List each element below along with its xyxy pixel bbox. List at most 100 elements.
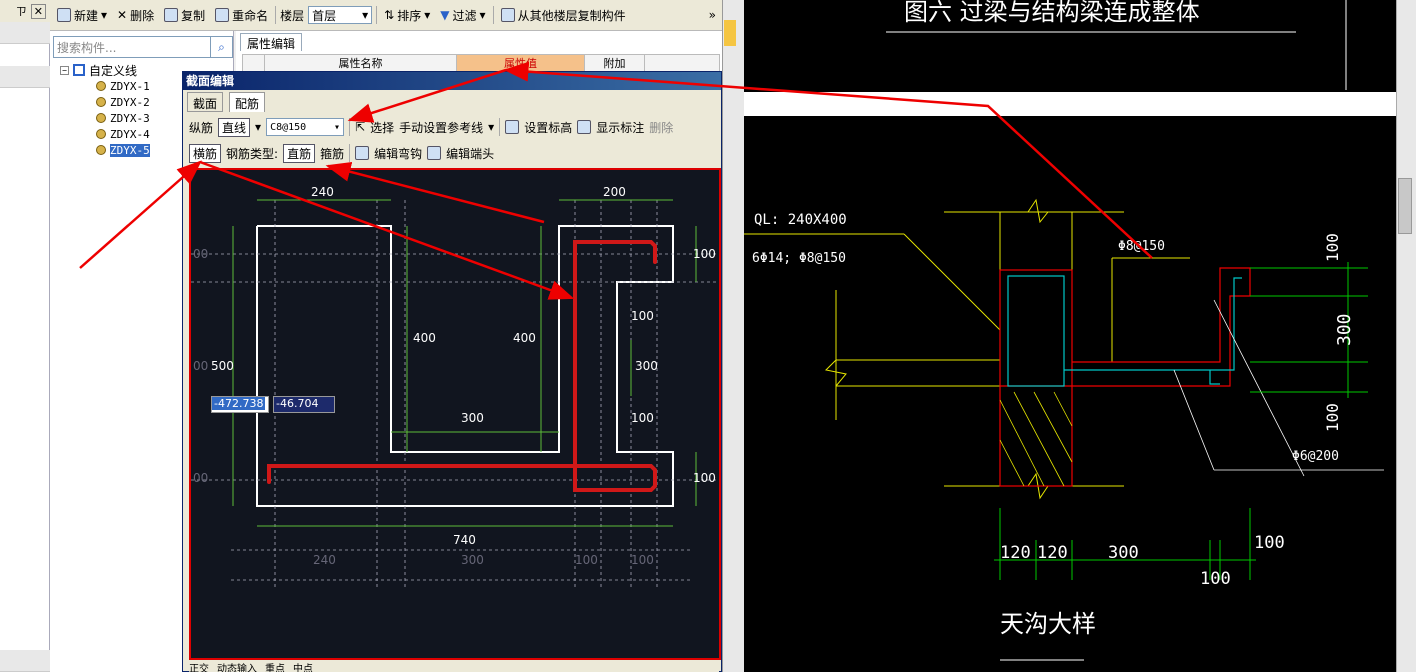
set-elevation-button[interactable]: 设置标高 <box>524 119 572 136</box>
manual-ref-button[interactable]: 手动设置参考线 <box>399 119 483 136</box>
search-icon[interactable]: ⌕ <box>210 37 232 57</box>
leader-line <box>1173 369 1215 471</box>
column-outline <box>999 269 1073 487</box>
section-drawing[interactable]: 240 200 100 400 400 500 300 100 300 100 … <box>191 170 719 658</box>
hatch-line <box>999 439 1025 487</box>
sort-button[interactable]: ⇅ 排序 ▾ <box>381 5 433 26</box>
app-window: ㄗ ✕ 新建 ▾ ✕ 删除 复制 重命名 楼层 首层 ▾ ⇅ 排序 ▾ ▼ 过滤 ▾ 从其他楼… <box>0 0 1416 672</box>
cad-reference-image: 图六 过梁与结构梁连成整体 QL: 240X400 6Φ14; Φ8@150 Φ… <box>744 0 1396 672</box>
tree-root-label: 自定义线 <box>89 63 138 78</box>
floor-select[interactable]: 首层 ▾ <box>308 6 373 24</box>
chevron-down-icon[interactable]: ▾ <box>255 120 261 134</box>
delete-button[interactable]: 删除 <box>649 119 673 136</box>
cad-dim-v100a: 100 <box>1323 233 1342 262</box>
straight-rebar-button[interactable]: 直筋 <box>283 143 316 163</box>
ortho-toggle[interactable]: 正交 <box>189 660 209 672</box>
pin-icon[interactable]: ㄗ <box>16 3 27 19</box>
cad-white-band <box>744 92 1396 116</box>
section-canvas[interactable]: 240 200 100 400 400 500 300 100 300 100 … <box>189 168 721 660</box>
copy-floor-icon <box>500 8 515 22</box>
dim-400-left: 400 <box>413 331 436 345</box>
chevron-down-icon: ▾ <box>334 121 341 133</box>
hatch-line <box>1033 391 1073 463</box>
transverse-button[interactable]: 横筋 <box>189 143 222 163</box>
gear-icon <box>96 129 106 139</box>
delete-button[interactable]: ✕ 删除 <box>114 5 157 26</box>
dialog-statusbar: 正交 动态输入 重点 中点 <box>189 660 719 672</box>
new-icon <box>57 8 71 22</box>
show-label-button[interactable]: 显示标注 <box>596 119 644 136</box>
dialog-title[interactable]: 截面编辑 <box>183 72 721 90</box>
midpoint-toggle[interactable]: 中点 <box>293 660 313 672</box>
dim-100-low: 100 <box>631 411 654 425</box>
cad-label-rebar: 6Φ14; Φ8@150 <box>752 251 846 266</box>
delete-icon: ✕ <box>117 8 128 22</box>
section-edit-dialog: 截面编辑 截面 配筋 纵筋 直线 ▾ C8@150 ▾ ⇱ 选择 手动设置参考线 … <box>182 71 722 672</box>
straight-button[interactable]: 直线 <box>218 117 251 137</box>
cad-title: 图六 过梁与结构梁连成整体 <box>904 0 1200 26</box>
toolbar-separator <box>349 118 351 136</box>
new-button[interactable]: 新建 ▾ <box>54 5 110 26</box>
grid-col-name[interactable]: 属性名称 <box>265 55 457 71</box>
toolbar-overflow-button[interactable]: » <box>709 8 722 22</box>
grid-col-extra[interactable]: 附加 <box>585 55 645 71</box>
snap-point-toggle[interactable]: 重点 <box>265 660 285 672</box>
stirrup-outline <box>1007 275 1065 387</box>
scrollbar-thumb[interactable] <box>1398 178 1412 234</box>
cad-dim-b100a: 100 <box>1254 533 1285 553</box>
close-icon[interactable]: ✕ <box>30 3 46 19</box>
chevron-down-icon[interactable]: ▾ <box>488 120 494 134</box>
tab-section[interactable]: 截面 <box>187 92 224 112</box>
select-button[interactable]: 选择 <box>370 119 394 136</box>
tree-item-label: ZDYX-1 <box>110 79 150 93</box>
toolbar-separator <box>499 118 501 136</box>
rebar-value: C8@150 <box>270 121 307 133</box>
rename-label: 重命名 <box>232 8 269 23</box>
line-type-icon <box>73 64 85 76</box>
collapse-tab[interactable] <box>724 20 736 46</box>
cad-dim-b120a: 120 <box>1000 543 1031 563</box>
tree-item-label: ZDYX-4 <box>110 127 150 141</box>
stirrup-button[interactable]: 箍筋 <box>320 145 344 162</box>
filter-button[interactable]: ▼ 过滤 ▾ <box>437 5 488 26</box>
dim-500: 500 <box>211 359 234 373</box>
left-nav-strip-3[interactable] <box>0 650 50 672</box>
edit-hook-button[interactable]: 编辑弯钩 <box>374 145 422 162</box>
copy-from-floor-button[interactable]: 从其他楼层复制构件 <box>498 5 629 26</box>
splitter[interactable] <box>722 0 744 672</box>
dim-100-bottom: 100 <box>693 471 716 485</box>
floor-label: 楼层 <box>280 8 305 23</box>
hatch-line <box>1013 391 1065 487</box>
ghost-dim-00b: 00 <box>193 359 208 373</box>
coord-y-input[interactable]: -46.704 <box>273 396 335 413</box>
copy-button[interactable]: 复制 <box>161 5 208 26</box>
edit-end-button[interactable]: 编辑端头 <box>446 145 494 162</box>
search-input[interactable]: 搜索构件... ⌕ <box>53 36 233 58</box>
collapse-icon[interactable]: − <box>60 65 69 75</box>
tab-reinforcement[interactable]: 配筋 <box>229 92 266 112</box>
rename-button[interactable]: 重命名 <box>212 5 271 26</box>
coord-x-input[interactable]: -472.738 <box>211 396 269 413</box>
dynamic-input-toggle[interactable]: 动态输入 <box>217 660 257 672</box>
coord-x-value: -472.738 <box>212 397 266 410</box>
elevation-icon <box>505 120 520 134</box>
left-nav-strip-2[interactable] <box>0 66 50 88</box>
tree-item-label: ZDYX-2 <box>110 95 150 109</box>
gear-icon <box>96 81 106 91</box>
vertical-scrollbar[interactable] <box>1396 0 1416 672</box>
copy-label: 复制 <box>181 8 206 23</box>
sort-icon: ⇅ <box>384 8 395 22</box>
left-nav-strip-1[interactable] <box>0 22 50 44</box>
dim-100-mid: 100 <box>631 309 654 323</box>
ghost-dim-100b: 100 <box>631 553 654 567</box>
tab-property-edit[interactable]: 属性编辑 <box>240 33 303 51</box>
cad-drawing: 图六 过梁与结构梁连成整体 QL: 240X400 6Φ14; Φ8@150 Φ… <box>744 0 1396 661</box>
cad-label-phi8: Φ8@150 <box>1118 239 1165 254</box>
toolbar-separator <box>349 144 351 162</box>
grid-col-value[interactable]: 属性值 <box>457 55 585 71</box>
cad-dim-v100b: 100 <box>1323 403 1342 432</box>
toolbar-separator <box>275 6 277 24</box>
hatch-line <box>999 399 1045 487</box>
end-icon <box>427 146 442 160</box>
rebar-input[interactable]: C8@150 ▾ <box>266 118 345 136</box>
